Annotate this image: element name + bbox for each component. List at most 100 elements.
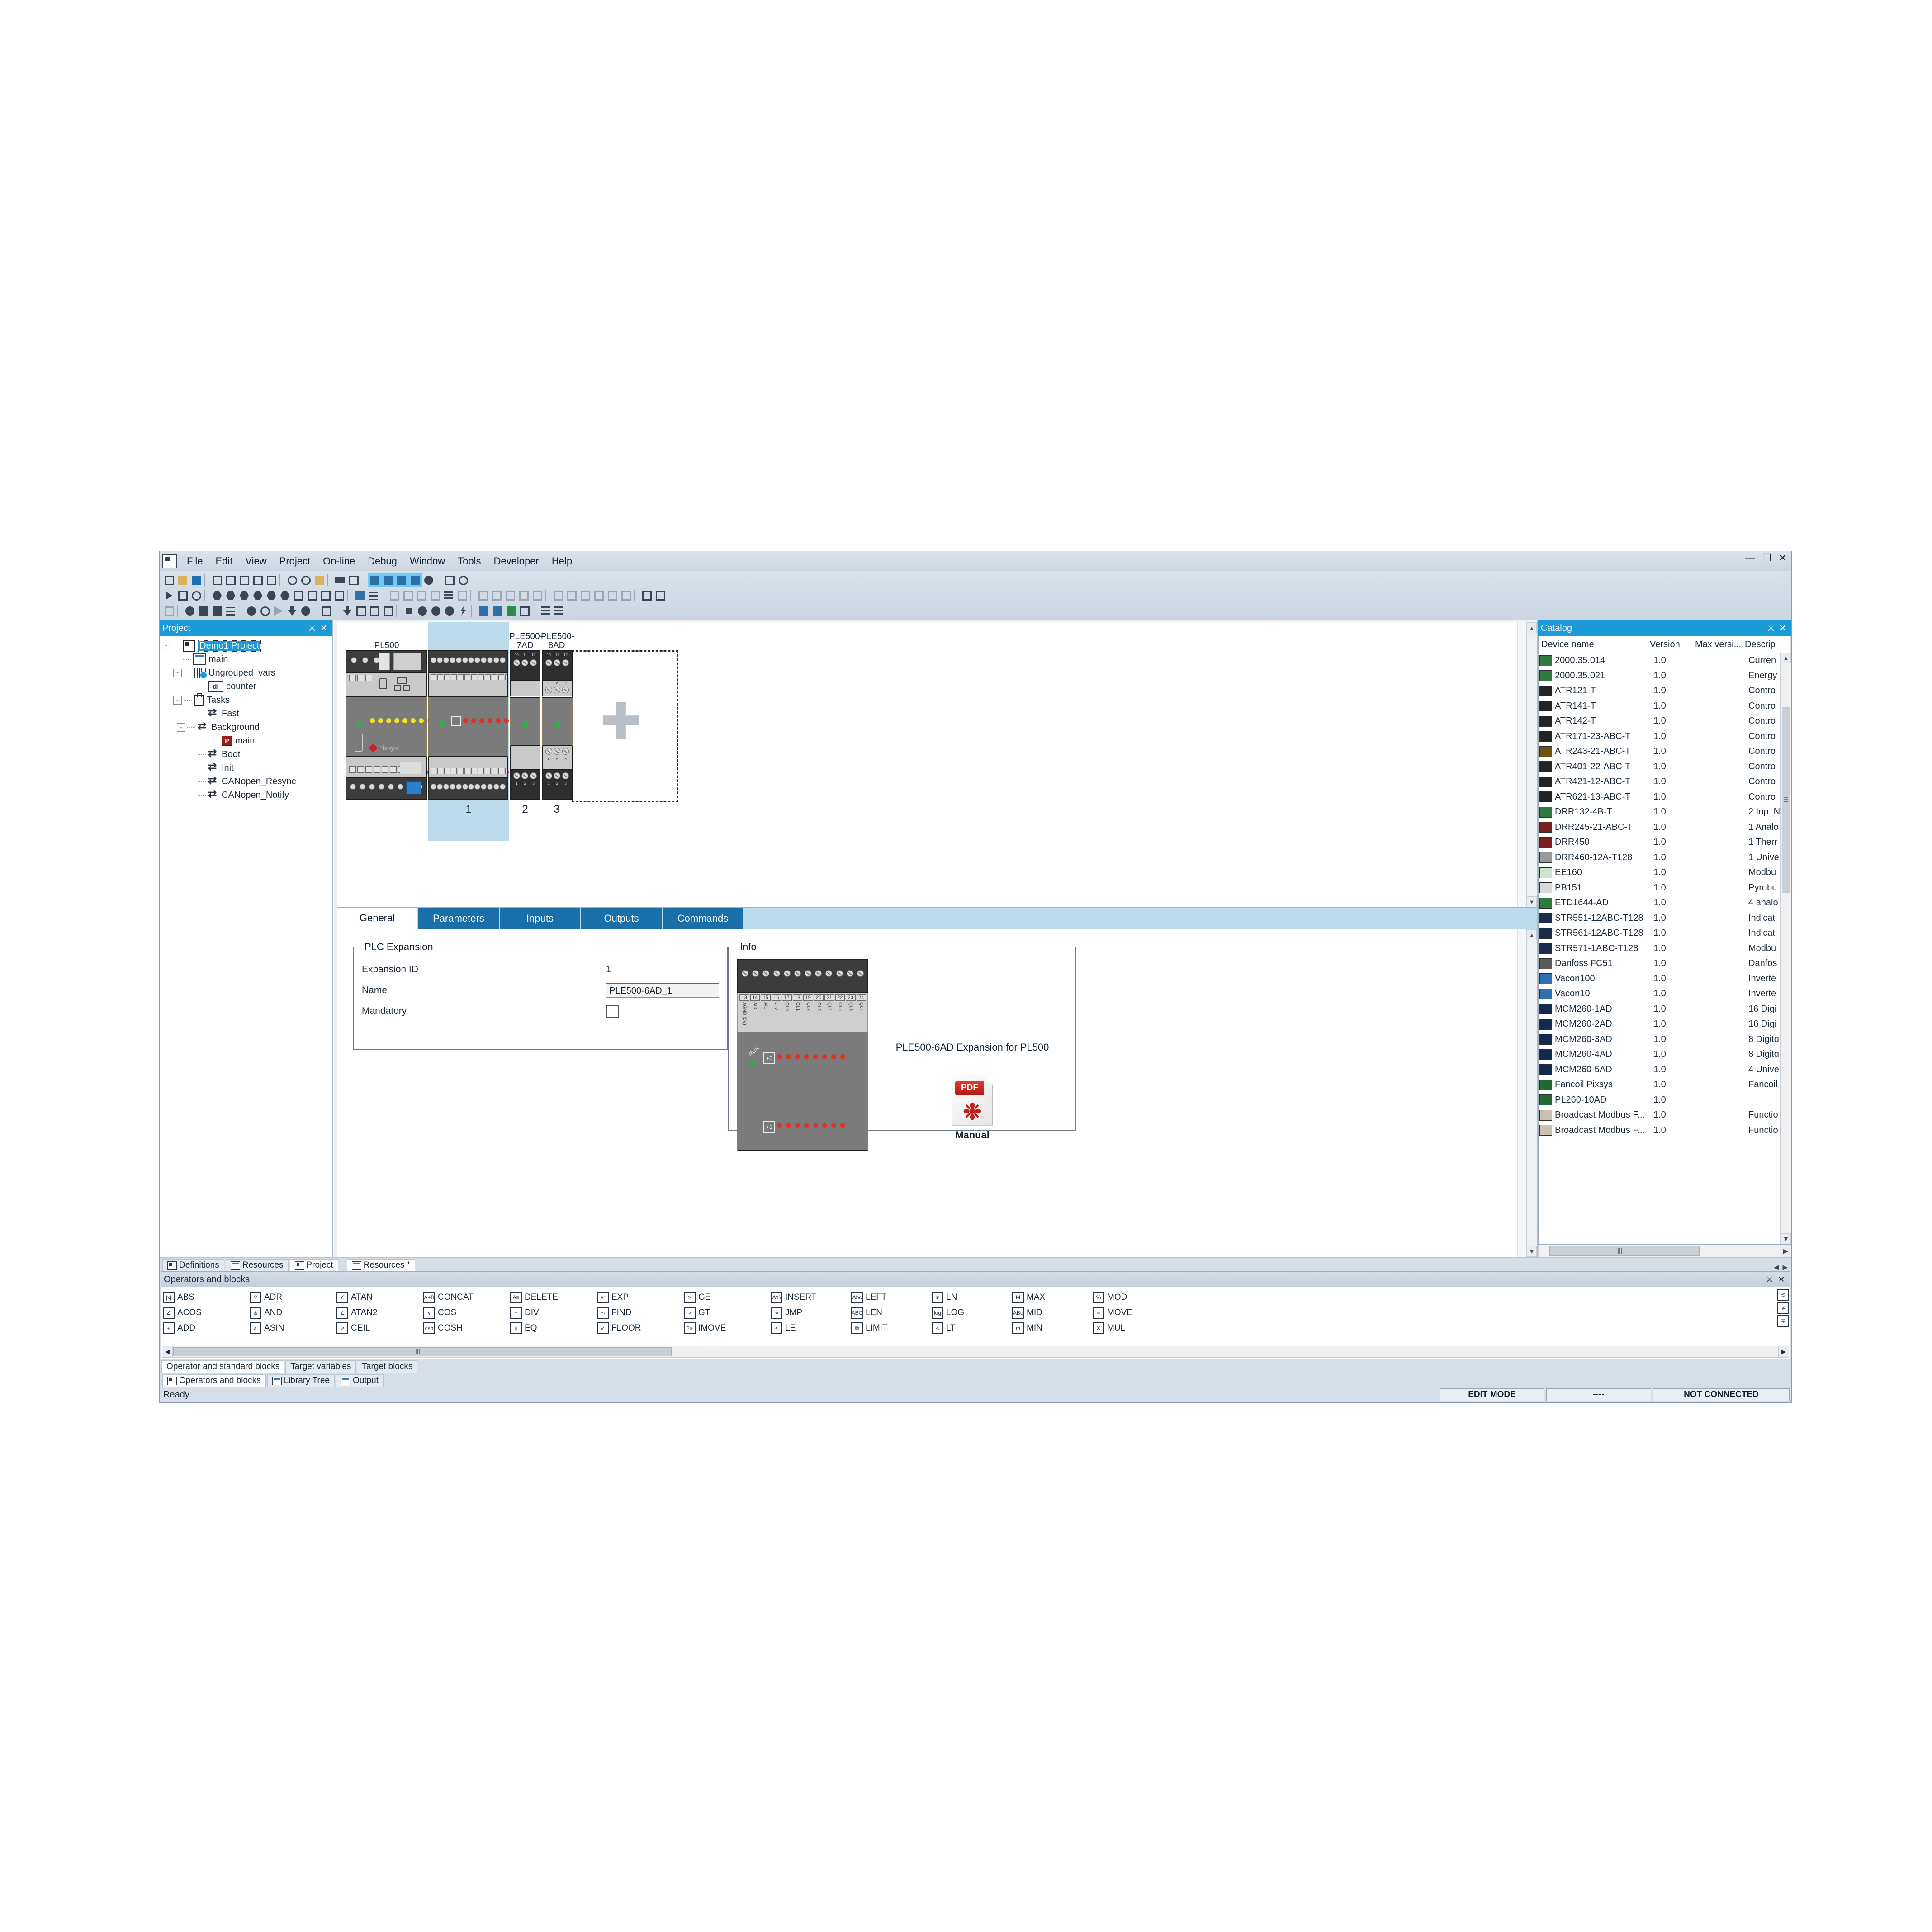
return-icon[interactable]: [265, 589, 278, 602]
expansion-name-input[interactable]: PLE500-6AD_1: [606, 983, 719, 998]
operator-item-delete[interactable]: A≡ DELETE: [510, 1290, 597, 1305]
doctab-project[interactable]: Project: [289, 1259, 338, 1271]
select-pointer-icon[interactable]: [162, 589, 176, 602]
module-ple500-8ad[interactable]: 10 11 12 789 4 5 6 1 2 3: [542, 650, 573, 800]
operator-item-eq[interactable]: ≡ EQ: [510, 1321, 597, 1336]
tabpage-scroll-track[interactable]: [1517, 929, 1527, 1257]
menu-help[interactable]: Help: [545, 554, 578, 569]
scrollbar-thumb[interactable]: [1549, 1246, 1700, 1256]
scroll-down-icon[interactable]: ▼: [1527, 896, 1537, 907]
doctab-nav-left-icon[interactable]: ◀: [1774, 1263, 1779, 1271]
jump-label-icon[interactable]: [640, 589, 653, 602]
operator-item-and[interactable]: & AND: [250, 1305, 336, 1321]
save-icon[interactable]: [189, 573, 203, 587]
branch-up-icon[interactable]: [503, 589, 517, 602]
catalog-vertical-scrollbar[interactable]: ▲ ▼: [1780, 653, 1791, 1244]
ne-compare-icon[interactable]: ≨: [1777, 1289, 1789, 1301]
watch-list-icon[interactable]: [224, 604, 237, 618]
column-header-description[interactable]: Descrip: [1742, 636, 1791, 653]
operator-item-ge[interactable]: ≥ GE: [684, 1290, 771, 1305]
menu-developer[interactable]: Developer: [488, 554, 545, 569]
tree-item-task-fast[interactable]: Fast: [162, 706, 332, 720]
table-row[interactable]: Fancoil Pixsys 1.0 Fancoil: [1539, 1077, 1791, 1093]
tree-item-task-canopen-resync[interactable]: CANopen_Resync: [162, 774, 332, 788]
operator-item-mid[interactable]: ABc MID: [1012, 1305, 1093, 1321]
table-row[interactable]: PB151 1.0 Pyrobu: [1539, 881, 1791, 896]
table-row[interactable]: Danfoss FC51 1.0 Danfos: [1539, 956, 1791, 971]
find-icon[interactable]: [285, 573, 299, 587]
download-icon[interactable]: [285, 604, 299, 618]
tree-item-task-boot[interactable]: Boot: [162, 747, 332, 761]
output-icon[interactable]: [422, 573, 436, 587]
run-icon[interactable]: [245, 604, 258, 618]
expander-icon[interactable]: -: [177, 723, 185, 732]
grid-bottom-icon[interactable]: [428, 589, 442, 602]
stop-small-icon[interactable]: [402, 604, 416, 618]
pin-icon[interactable]: ⚔: [1764, 1275, 1776, 1284]
expander-icon[interactable]: -: [162, 641, 170, 650]
operator-item-abs[interactable]: |x| ABS: [163, 1290, 250, 1305]
target-a-icon[interactable]: [416, 604, 429, 618]
table-row[interactable]: MCM260-2AD 1.0 16 Digi: [1539, 1017, 1791, 1032]
disconnect-icon[interactable]: [381, 604, 395, 618]
indent-icon[interactable]: [367, 589, 380, 602]
table-row[interactable]: STR551-12ABC-T128 1.0 Indicat: [1539, 911, 1791, 926]
operators-horizontal-scrollbar[interactable]: ◀ ▶: [162, 1346, 1789, 1358]
close-icon[interactable]: ✕: [318, 623, 330, 634]
table-row[interactable]: ATR121-T 1.0 Contro: [1539, 683, 1791, 699]
scroll-left-icon[interactable]: ◀: [162, 1346, 173, 1357]
operator-item-move[interactable]: ≡ MOVE: [1093, 1305, 1173, 1321]
tabpage-scrollbar[interactable]: ▲ ▼: [1526, 929, 1537, 1257]
step-icon[interactable]: [551, 589, 565, 602]
tree-item-main-program[interactable]: main: [162, 653, 332, 666]
plc-status-icon[interactable]: [477, 604, 491, 618]
scroll-down-icon[interactable]: ▼: [1781, 1233, 1791, 1244]
cut-icon[interactable]: [237, 573, 251, 587]
find-in-project-icon[interactable]: [313, 573, 326, 587]
table-row[interactable]: MCM260-3AD 1.0 8 Digitɑ: [1539, 1032, 1791, 1047]
tab-general[interactable]: General: [337, 908, 418, 929]
table-row[interactable]: ATR142-T 1.0 Contro: [1539, 714, 1791, 729]
split-horizontal-icon[interactable]: [388, 589, 401, 602]
doctab-resources-modified[interactable]: Resources *: [346, 1259, 416, 1271]
operator-item-div[interactable]: ÷ DIV: [510, 1305, 597, 1321]
menu-project[interactable]: Project: [273, 554, 317, 569]
transition-icon[interactable]: [565, 589, 578, 602]
download-to-target-icon[interactable]: [341, 604, 354, 618]
grid-view-icon[interactable]: [539, 604, 552, 618]
connect-plug-icon[interactable]: [368, 604, 381, 618]
sfc-p-icon[interactable]: [578, 589, 592, 602]
target-c-icon[interactable]: [443, 604, 456, 618]
operator-item-adr[interactable]: ? ADR: [250, 1290, 336, 1305]
operator-item-gt[interactable]: > GT: [684, 1305, 771, 1321]
column-header-device-name[interactable]: Device name: [1539, 636, 1647, 653]
close-icon[interactable]: ✕: [1779, 553, 1787, 563]
subtab-operator-and-standard-blocks[interactable]: Operator and standard blocks: [161, 1360, 285, 1373]
bottomtab-library-tree[interactable]: Library Tree: [267, 1374, 335, 1387]
table-row[interactable]: STR561-12ABC-T128 1.0 Indicat: [1539, 926, 1791, 941]
operator-item-left[interactable]: Abc LEFT: [851, 1290, 932, 1305]
subtab-target-blocks[interactable]: Target blocks: [357, 1360, 418, 1373]
operator-item-log[interactable]: log LOG: [932, 1305, 1012, 1321]
operator-item-ln[interactable]: ln LN: [932, 1290, 1012, 1305]
table-row[interactable]: ETD1644-AD 1.0 4 analo: [1539, 895, 1791, 911]
table-row[interactable]: Vacon10 1.0 Inverte: [1539, 986, 1791, 1002]
operator-item-mul[interactable]: ✕ MUL: [1093, 1321, 1173, 1336]
table-header-icon[interactable]: [455, 589, 469, 602]
operator-item-min[interactable]: m MIN: [1012, 1321, 1093, 1336]
module-pl500[interactable]: Pixsys: [346, 650, 432, 800]
remove-pin-icon[interactable]: [319, 589, 332, 602]
table-row[interactable]: 2000.35.021 1.0 Energy: [1539, 668, 1791, 684]
step-over-icon[interactable]: [197, 604, 210, 618]
menu-online[interactable]: On-line: [317, 554, 361, 569]
variable-icon[interactable]: [224, 589, 237, 602]
menu-window[interactable]: Window: [403, 554, 451, 569]
play-icon[interactable]: [272, 604, 285, 618]
network-icon[interactable]: [353, 589, 367, 602]
operator-item-max[interactable]: M MAX: [1012, 1290, 1093, 1305]
pin-icon[interactable]: ⚔: [306, 623, 318, 634]
sfc-n-icon[interactable]: [592, 589, 606, 602]
scrollbar-thumb[interactable]: [173, 1347, 672, 1356]
add-pin-icon[interactable]: [305, 589, 319, 602]
grid-top-icon[interactable]: [415, 589, 428, 602]
